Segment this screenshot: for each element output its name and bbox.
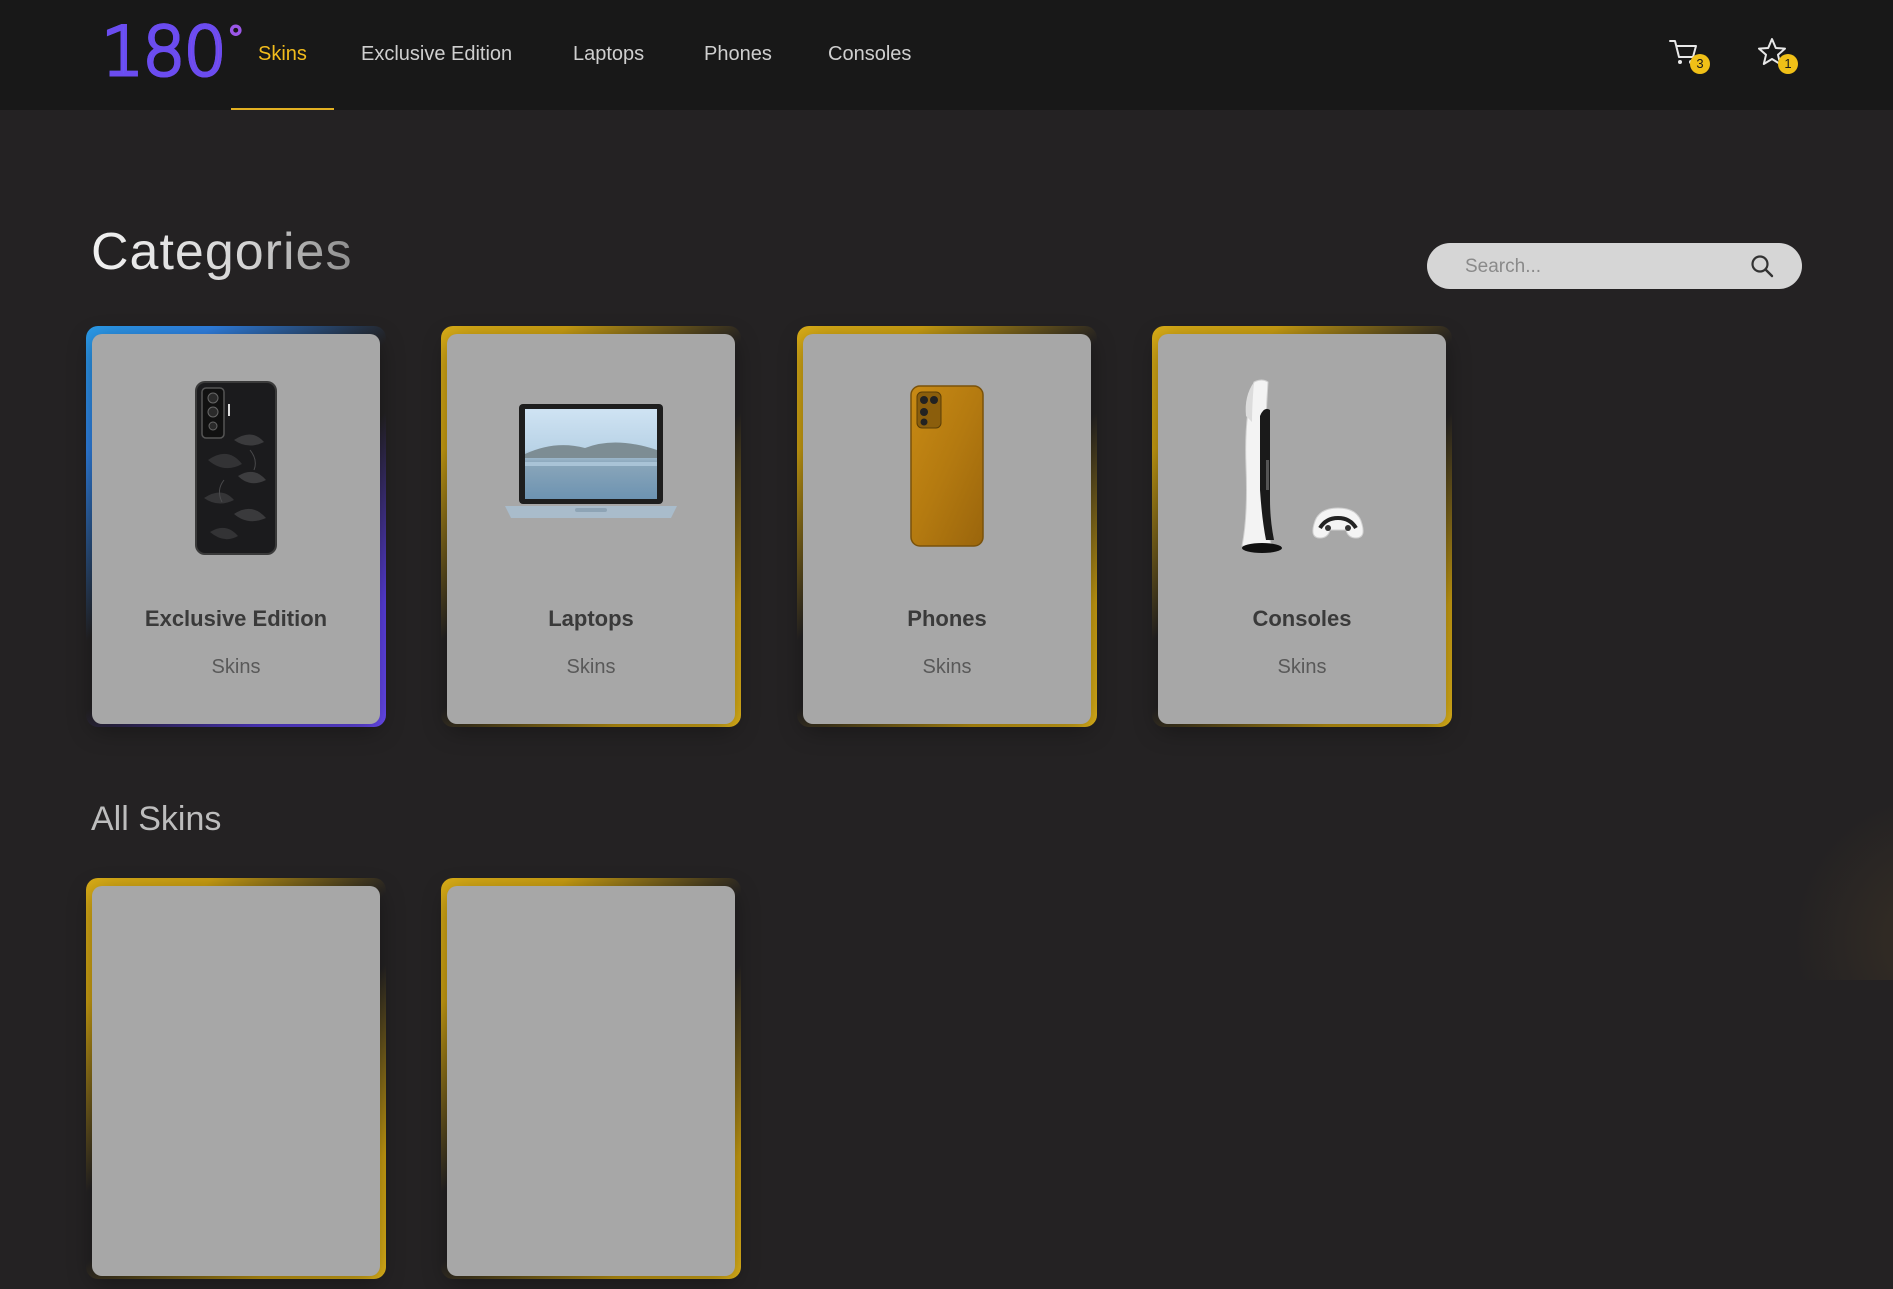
card-body: Laptops Skins (447, 334, 735, 724)
card-subtitle: Skins (922, 656, 972, 678)
nav-consoles[interactable]: Consoles (828, 30, 911, 78)
logo-text: 180 (100, 13, 229, 92)
skin-card[interactable] (441, 878, 742, 1289)
cart-count-badge: 3 (1690, 54, 1710, 74)
cart-button[interactable]: 3 (1668, 36, 1710, 74)
laptop-image (505, 404, 677, 518)
category-card-consoles[interactable]: Consoles Skins (1152, 326, 1453, 737)
nav-exclusive-edition[interactable]: Exclusive Edition (361, 30, 512, 78)
card-title: Consoles (1252, 606, 1352, 631)
search-icon[interactable] (1750, 254, 1774, 278)
nav-skins[interactable]: Skins (258, 30, 307, 78)
search-bar (1427, 243, 1802, 291)
card-title: Laptops (548, 606, 634, 631)
nav-phones[interactable]: Phones (704, 30, 772, 78)
category-card-phones[interactable]: Phones Skins (797, 326, 1098, 737)
search-input[interactable] (1463, 243, 1747, 291)
background-glow (1780, 780, 1893, 980)
card-title: Phones (907, 606, 987, 631)
nav-laptops[interactable]: Laptops (573, 30, 644, 78)
category-card-laptops[interactable]: Laptops Skins (441, 326, 742, 737)
card-body: Exclusive Edition Skins (92, 334, 380, 724)
card-body (92, 886, 380, 1276)
categories-heading: Categories (91, 223, 353, 281)
favorites-count-badge: 1 (1778, 54, 1798, 74)
black-leaf-phone-image (195, 381, 277, 555)
logo-degree: ° (226, 19, 246, 60)
top-navigation-bar: 180 ° Skins Exclusive Edition Laptops Ph… (0, 0, 1893, 110)
favorites-button[interactable]: 1 (1756, 36, 1798, 74)
card-body (447, 886, 735, 1276)
category-card-exclusive-edition[interactable]: Exclusive Edition Skins (86, 326, 387, 737)
card-subtitle: Skins (211, 656, 261, 678)
card-title: Exclusive Edition (144, 606, 328, 631)
card-body: Phones Skins (803, 334, 1091, 724)
skin-card[interactable] (86, 878, 387, 1289)
gold-phone-image (910, 385, 984, 547)
brand-logo[interactable]: 180 ° (100, 13, 246, 92)
card-subtitle: Skins (566, 656, 616, 678)
all-skins-heading: All Skins (91, 800, 222, 838)
ps5-console-image (1241, 379, 1364, 553)
active-nav-underline (231, 108, 334, 110)
card-body: Consoles Skins (1158, 334, 1446, 724)
card-subtitle: Skins (1277, 656, 1327, 678)
